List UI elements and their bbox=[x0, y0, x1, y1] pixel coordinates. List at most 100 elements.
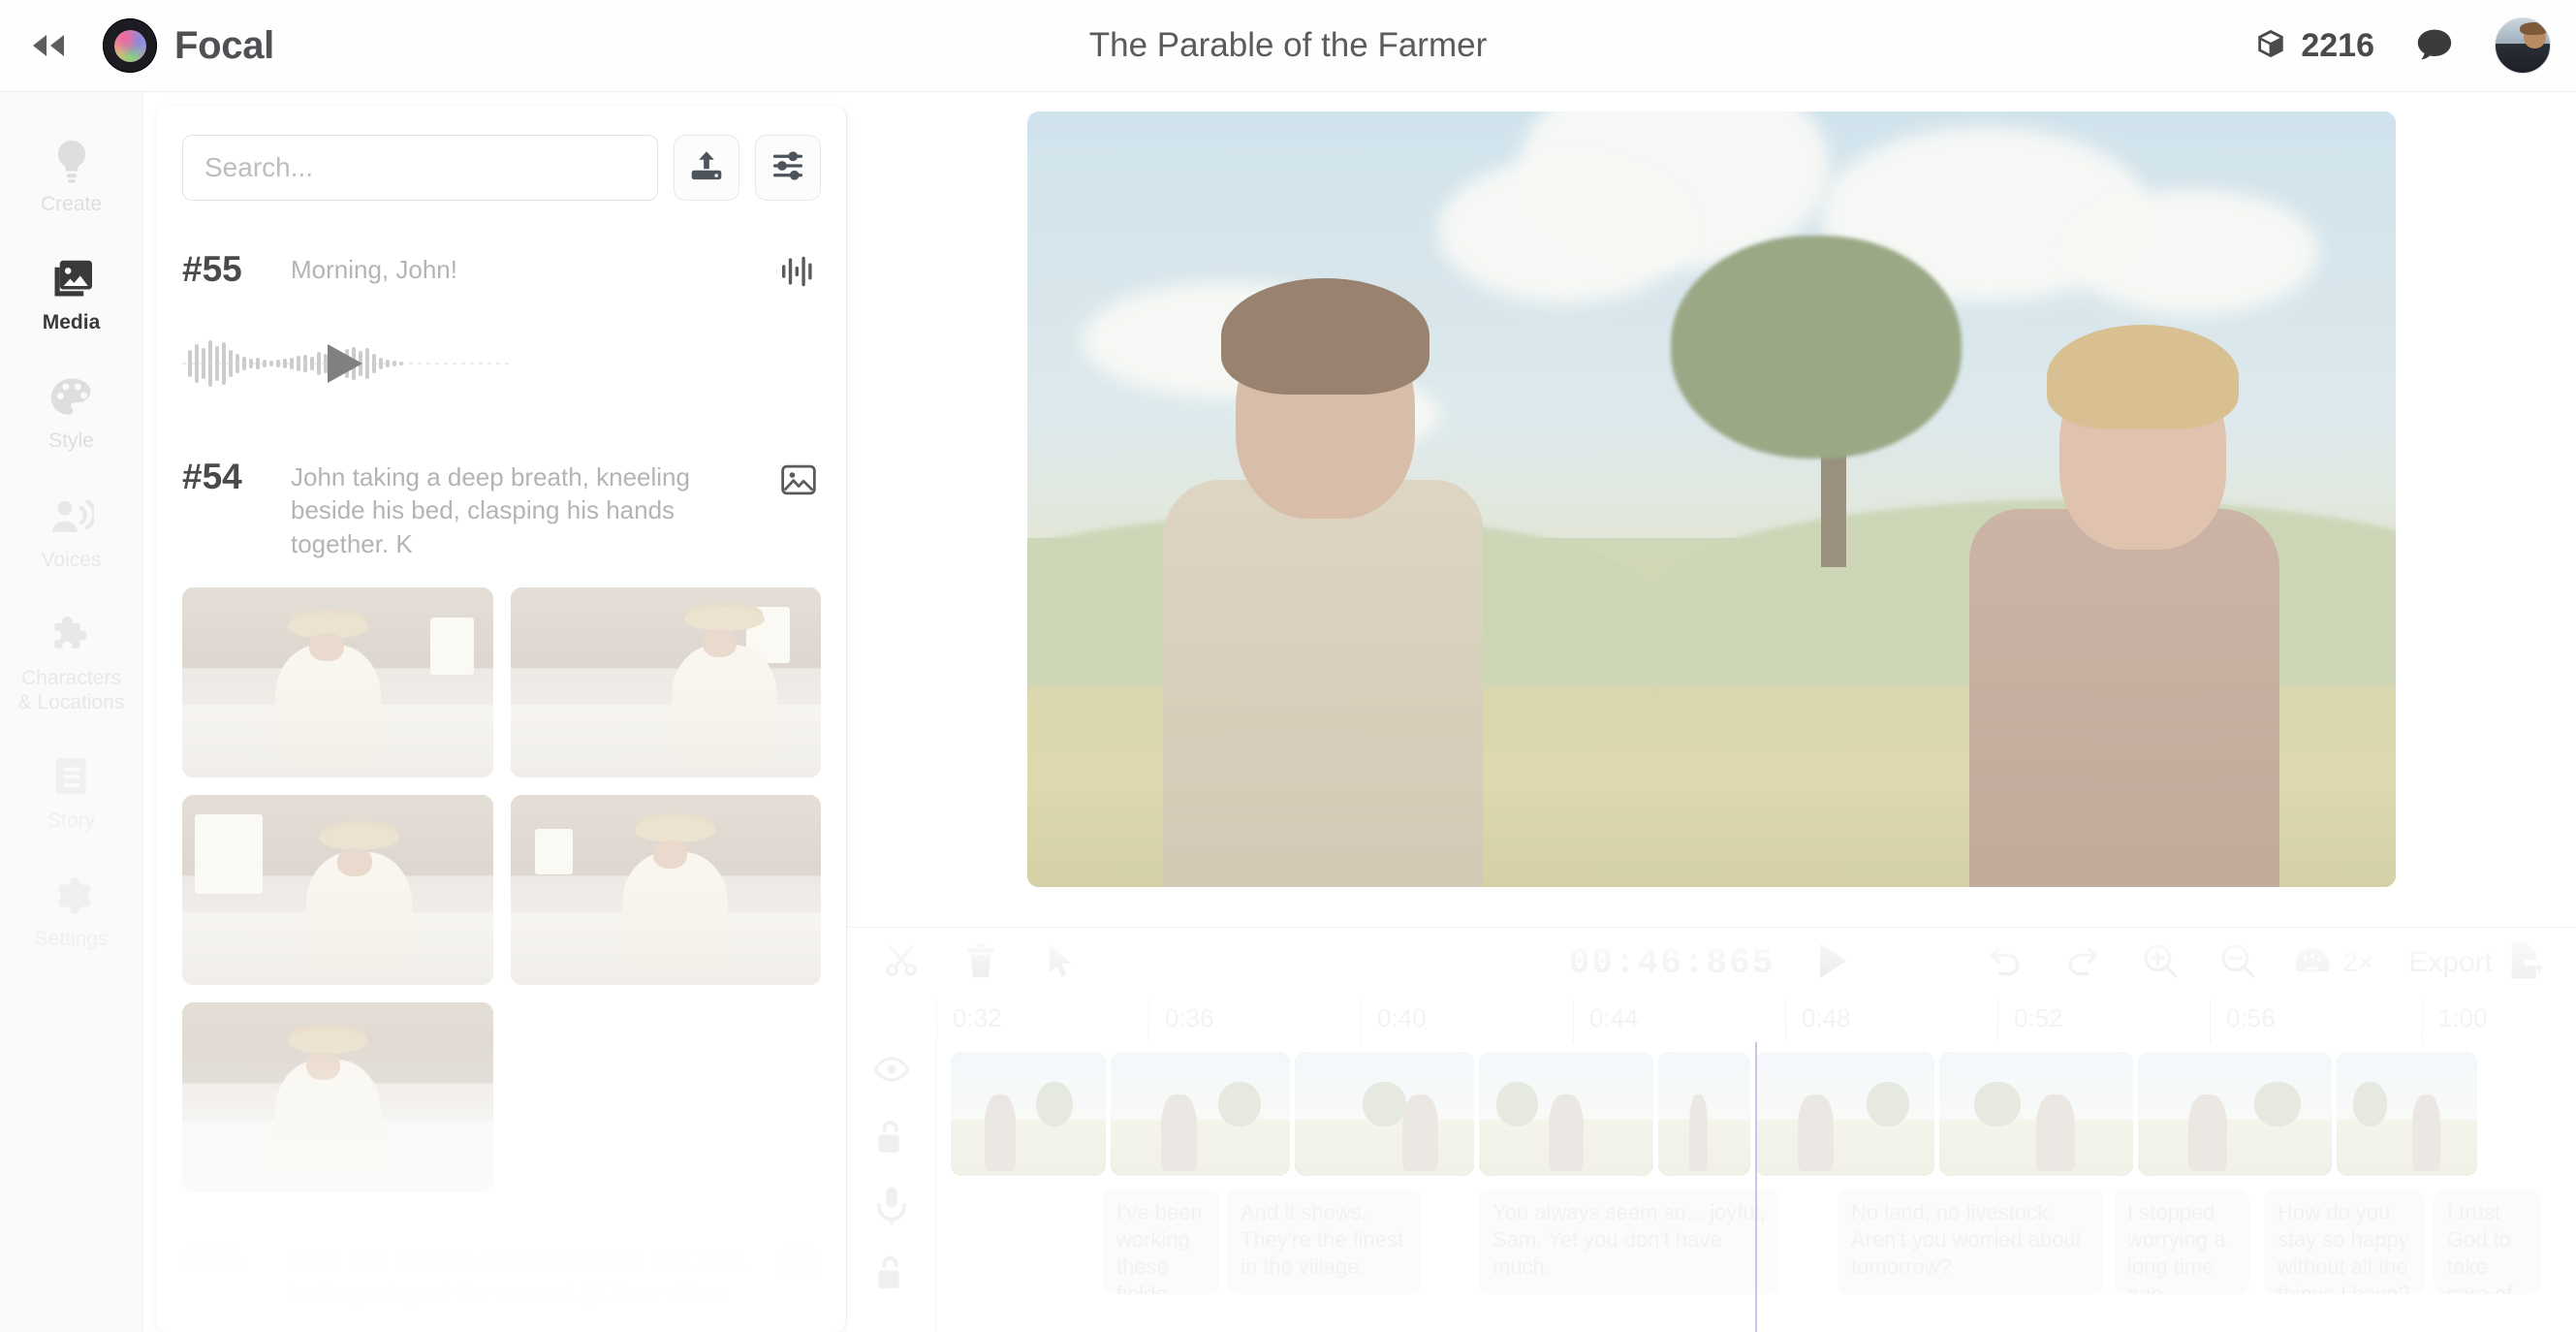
export-button[interactable]: Export bbox=[2408, 941, 2543, 985]
image-icon bbox=[776, 455, 821, 497]
filter-button[interactable] bbox=[755, 135, 821, 201]
video-preview[interactable] bbox=[1027, 111, 2396, 887]
visibility-toggle[interactable] bbox=[870, 1050, 913, 1093]
shot-item-54[interactable]: #54 John taking a deep breath, kneeling … bbox=[157, 429, 846, 1212]
shot-thumbnail[interactable] bbox=[510, 587, 821, 777]
timeline-clip[interactable] bbox=[2337, 1052, 2477, 1176]
timeline-ruler[interactable]: 0:32 0:36 0:40 0:44 0:48 0:52 0:56 1:00 bbox=[847, 998, 2576, 1042]
timeline-editor: 00:46:865 2× Export 0:32 0:36 0:40 0:44 … bbox=[847, 927, 2576, 1332]
timeline-clip[interactable] bbox=[951, 1052, 1106, 1176]
brand-logo[interactable]: Focal bbox=[103, 18, 274, 73]
credits-count: 2216 bbox=[2301, 26, 2374, 64]
sidebar-item-label: Voices bbox=[41, 548, 102, 571]
palette-icon bbox=[49, 375, 94, 420]
shot-description: John taking a deep breath, kneeling besi… bbox=[291, 462, 690, 558]
search-input[interactable] bbox=[182, 135, 658, 201]
sidebar-item-story[interactable]: Story bbox=[11, 742, 133, 846]
sidebar-item-label: Story bbox=[47, 809, 95, 833]
trash-icon bbox=[963, 942, 998, 984]
unlock-icon bbox=[875, 1119, 908, 1160]
sidebar-item-label: Style bbox=[48, 429, 94, 453]
play-icon bbox=[328, 344, 362, 383]
book-icon bbox=[52, 755, 91, 800]
timeline-clip[interactable] bbox=[2138, 1052, 2332, 1176]
zoom-in-icon bbox=[2141, 941, 2180, 985]
timeline-clip[interactable] bbox=[1755, 1052, 1934, 1176]
sidebar-item-label: Create bbox=[40, 193, 103, 215]
play-button[interactable] bbox=[1811, 941, 1854, 984]
speedometer-icon bbox=[2294, 944, 2331, 982]
sidebar-item-create[interactable]: Create bbox=[11, 125, 133, 230]
timeline-clip[interactable] bbox=[1939, 1052, 2133, 1176]
upload-button[interactable] bbox=[674, 135, 739, 201]
audio-toggle[interactable] bbox=[870, 1186, 913, 1228]
audio-waveform-player[interactable] bbox=[182, 290, 821, 429]
focal-logo-icon bbox=[103, 18, 157, 73]
playhead[interactable] bbox=[1755, 1042, 1757, 1332]
caption-clip[interactable]: You always seem so... joyful, Sam. Yet y… bbox=[1479, 1189, 1779, 1294]
shot-item-55[interactable]: #55 Morning, John! bbox=[157, 222, 846, 429]
shot-number: #54 bbox=[182, 457, 242, 496]
ruler-tick: 1:00 bbox=[2422, 998, 2488, 1042]
timeline-clip[interactable] bbox=[1479, 1052, 1653, 1176]
shot-header: #55 Morning, John! bbox=[182, 247, 821, 290]
shot-thumbnail[interactable] bbox=[182, 794, 493, 985]
cut-button[interactable] bbox=[880, 941, 923, 984]
shot-thumbnail[interactable] bbox=[182, 587, 493, 777]
shot-thumbnail-grid bbox=[182, 560, 821, 1212]
clip-track-area[interactable]: I've been working these fields my... And… bbox=[936, 1042, 2576, 1332]
undo-button[interactable] bbox=[1984, 941, 2026, 984]
delete-button[interactable] bbox=[959, 941, 1002, 984]
ruler-tick: 0:32 bbox=[936, 998, 1002, 1042]
upload-icon bbox=[689, 148, 724, 188]
avatar[interactable] bbox=[2495, 17, 2551, 74]
select-tool-button[interactable] bbox=[1039, 941, 1082, 984]
timeline-clip[interactable] bbox=[1295, 1052, 1474, 1176]
timeline-toolbar: 00:46:865 2× Export bbox=[847, 928, 2576, 998]
play-icon bbox=[1813, 940, 1852, 986]
export-label: Export bbox=[2408, 946, 2493, 978]
main-area: 00:46:865 2× Export 0:32 0:36 0:40 0:44 … bbox=[847, 92, 2576, 1332]
shot-thumbnail[interactable] bbox=[182, 1001, 493, 1192]
eye-icon bbox=[872, 1055, 910, 1089]
sliders-icon bbox=[770, 148, 805, 188]
shot-item-53[interactable]: #53 Sam sits beside John under the oak t… bbox=[157, 1212, 846, 1332]
caption-clip[interactable]: I've been working these fields my... bbox=[1103, 1189, 1219, 1294]
logo-gradient bbox=[113, 29, 146, 62]
sidebar: Create Media Style Voices Characters & L… bbox=[0, 92, 143, 1332]
caption-clip[interactable]: I trust God to take care of me. bbox=[2434, 1189, 2540, 1294]
voice-icon bbox=[49, 494, 94, 539]
caption-clip[interactable]: And it shows. They're the finest in the … bbox=[1227, 1189, 1421, 1294]
lightbulb-icon bbox=[51, 139, 92, 183]
sidebar-item-settings[interactable]: Settings bbox=[11, 860, 133, 965]
zoom-in-button[interactable] bbox=[2139, 941, 2182, 984]
shot-thumbnail[interactable] bbox=[510, 794, 821, 985]
timeline-clip[interactable] bbox=[1658, 1052, 1750, 1176]
lock-toggle-audio[interactable] bbox=[870, 1253, 913, 1296]
ruler-tick: 0:52 bbox=[1997, 998, 2063, 1042]
sidebar-item-style[interactable]: Style bbox=[11, 362, 133, 466]
microphone-icon bbox=[876, 1186, 907, 1229]
sidebar-item-label: Media bbox=[42, 311, 101, 334]
credits-indicator[interactable]: 2216 bbox=[2254, 27, 2374, 65]
sidebar-item-voices[interactable]: Voices bbox=[11, 481, 133, 586]
track-controls bbox=[847, 1042, 936, 1332]
shot-description: Sam sits beside John under the oak tree,… bbox=[291, 1244, 749, 1332]
rewind-icon[interactable] bbox=[23, 20, 74, 71]
timeline-clip[interactable] bbox=[1111, 1052, 1290, 1176]
sidebar-item-characters-locations[interactable]: Characters & Locations bbox=[11, 599, 133, 728]
playback-speed-button[interactable]: 2× bbox=[2294, 944, 2373, 982]
media-panel: #55 Morning, John! bbox=[157, 106, 847, 1332]
puzzle-icon bbox=[49, 613, 94, 657]
timecode-display: 00:46:865 bbox=[1568, 942, 1775, 983]
sidebar-item-media[interactable]: Media bbox=[11, 243, 133, 348]
sidebar-item-label: Characters & Locations bbox=[17, 666, 125, 714]
page-title: The Parable of the Farmer bbox=[1088, 26, 1488, 64]
zoom-out-button[interactable] bbox=[2216, 941, 2259, 984]
caption-clip[interactable]: How do you stay so happy without all the… bbox=[2264, 1189, 2424, 1294]
caption-clip[interactable]: I stopped worrying a long time ago. bbox=[2114, 1189, 2249, 1294]
redo-button[interactable] bbox=[2061, 941, 2104, 984]
caption-clip[interactable]: No land, no livestock. Aren't you worrie… bbox=[1838, 1189, 2104, 1294]
chat-bubble-icon[interactable] bbox=[2415, 28, 2454, 63]
lock-toggle-video[interactable] bbox=[870, 1118, 913, 1160]
